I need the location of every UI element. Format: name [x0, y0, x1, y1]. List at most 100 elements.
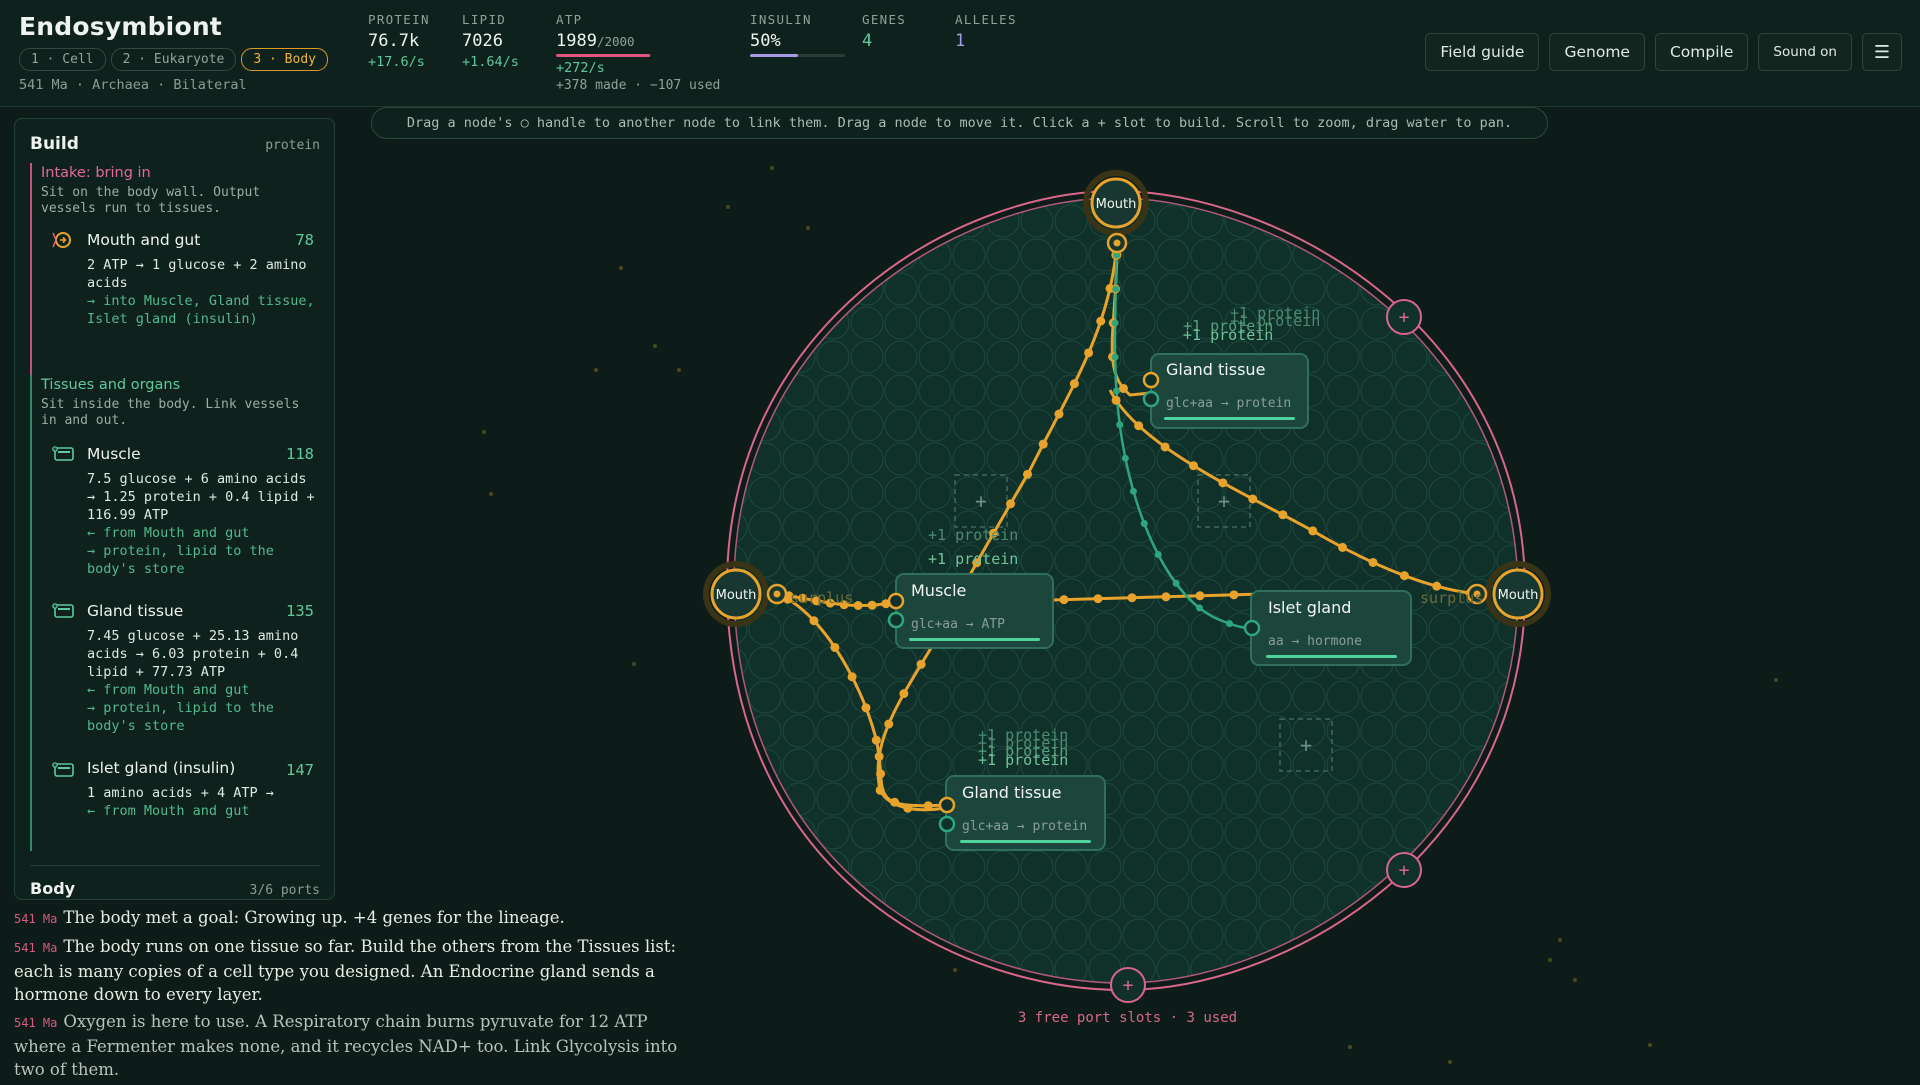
- log-text: The body met a goal: Growing up. +4 gene…: [63, 908, 565, 927]
- mouth-port-left[interactable]: Mouth surplus: [703, 561, 853, 627]
- mouth-label: Mouth: [1096, 197, 1137, 212]
- flow-dot: [871, 735, 881, 745]
- insulin-label: INSULIN: [750, 12, 812, 27]
- tissue-node-muscle[interactable]: +1 protein +1 protein Muscle glc+aa → AT…: [887, 526, 1054, 649]
- item-name: Gland tissue: [87, 602, 184, 620]
- flow-dot: [876, 769, 886, 779]
- log-entry: 541 Ma The body met a goal: Growing up. +…: [14, 906, 694, 931]
- era-lineage-info: 541 Ma · Archaea · Bilateral: [19, 77, 247, 93]
- flow-dot: [867, 600, 877, 610]
- hormone-handle[interactable]: [938, 815, 956, 833]
- item-name: Muscle: [87, 445, 141, 463]
- hormone-handle[interactable]: [887, 611, 905, 629]
- mouth-port-top[interactable]: Mouth: [1083, 170, 1149, 254]
- tissue-node-islet[interactable]: Islet gland aa → hormone: [1243, 590, 1412, 666]
- plus-icon: +: [1399, 860, 1410, 881]
- plus-icon: +: [1123, 975, 1134, 996]
- float-text: +1 protein: [928, 526, 1018, 544]
- input-handle[interactable]: [938, 796, 956, 814]
- port-slot[interactable]: +: [1386, 299, 1422, 335]
- flow-dot: [875, 785, 885, 795]
- stage-tabs: 1 · Cell 2 · Eukaryote 3 · Body: [19, 48, 328, 71]
- item-input: ← from Mouth and gut: [87, 803, 250, 819]
- flow-dot: [1225, 620, 1233, 628]
- body-section-title[interactable]: Body: [30, 879, 75, 898]
- header-actions: Field guide Genome Compile Sound on ☰: [1425, 33, 1902, 71]
- protein-value: 76.7k: [368, 31, 420, 51]
- build-item-gland-tissue[interactable]: Gland tissue 135 7.45 glucose + 25.13 am…: [41, 602, 320, 735]
- build-item-islet-gland[interactable]: Islet gland (insulin) 147 1 amino acids …: [41, 759, 320, 820]
- sound-toggle-button[interactable]: Sound on: [1758, 33, 1852, 71]
- flow-dot: [1108, 352, 1118, 362]
- build-slot[interactable]: +: [1197, 474, 1251, 528]
- log-time: 541 Ma: [14, 912, 58, 926]
- build-item-mouth-and-gut[interactable]: Mouth and gut 78 2 ATP → 1 glucose + 2 a…: [41, 231, 320, 328]
- genome-button[interactable]: Genome: [1549, 33, 1645, 71]
- flow-dot: [1054, 409, 1064, 419]
- protein-stat: PROTEIN 76.7k +17.6/s: [368, 12, 430, 70]
- flow-dot: [1338, 542, 1348, 552]
- mouth-icon: [52, 232, 71, 248]
- item-name: Mouth and gut: [87, 231, 201, 249]
- plus-icon: +: [975, 489, 987, 513]
- handle-dot: [773, 590, 781, 598]
- tissue-node-gland-top[interactable]: +1 protein +1 protein +1 protein +1 prot…: [1142, 304, 1320, 429]
- flow-dot: [899, 689, 909, 699]
- node-title: Islet gland: [1268, 598, 1351, 617]
- float-text: +1 protein: [1183, 326, 1273, 344]
- flow-dot: [1154, 551, 1162, 559]
- input-handle[interactable]: [1142, 371, 1160, 389]
- handle-dot: [1113, 239, 1121, 247]
- tissue-node-gland-bottom[interactable]: +1 protein +1 protein +1 protein +1 prot…: [938, 726, 1106, 851]
- stage-tab-cell[interactable]: 1 · Cell: [19, 48, 106, 71]
- instructions-hint: Drag a node's ○ handle to another node t…: [371, 107, 1548, 139]
- build-slot[interactable]: +: [954, 474, 1008, 528]
- hormone-handle[interactable]: [1142, 390, 1160, 408]
- hormone-handle[interactable]: [1243, 619, 1261, 637]
- float-text: +1 protein: [978, 751, 1068, 769]
- flow-dot: [1229, 590, 1239, 600]
- item-reaction: 7.45 glucose + 25.13 amino acids → 6.03 …: [87, 628, 299, 680]
- item-input: ← from Mouth and gut: [87, 525, 250, 541]
- log-text: Oxygen is here to use. A Respiratory cha…: [14, 1012, 678, 1079]
- mouth-port-right[interactable]: Mouth surplus: [1420, 561, 1551, 627]
- build-slot[interactable]: +: [1279, 718, 1333, 772]
- event-log: 541 Ma The body met a goal: Growing up. +…: [14, 906, 694, 1085]
- flow-dot: [1118, 383, 1128, 393]
- compile-button[interactable]: Compile: [1654, 33, 1749, 71]
- flow-dot: [1069, 379, 1079, 389]
- atp-rate: +272/s: [556, 60, 605, 76]
- menu-button[interactable]: ☰: [1862, 33, 1902, 71]
- genes-value: 4: [862, 31, 873, 51]
- log-time: 541 Ma: [14, 941, 58, 955]
- item-name: Islet gland (insulin): [87, 759, 236, 777]
- stage-tab-eukaryote[interactable]: 2 · Eukaryote: [110, 48, 237, 71]
- port-slot[interactable]: +: [1110, 967, 1146, 1003]
- node-title: Gland tissue: [962, 783, 1061, 802]
- build-title: Build: [30, 134, 79, 154]
- flow-dot: [923, 801, 933, 811]
- genes-label: GENES: [862, 12, 907, 27]
- flow-dot: [1111, 284, 1121, 294]
- field-guide-button[interactable]: Field guide: [1425, 33, 1540, 71]
- build-item-muscle[interactable]: Muscle 118 7.5 glucose + 6 amino acids →…: [41, 445, 320, 578]
- lipid-label: LIPID: [462, 12, 507, 27]
- node-reaction: glc+aa → ATP: [911, 617, 1005, 632]
- atp-value: 1989: [556, 31, 597, 51]
- flow-dot: [1160, 442, 1170, 452]
- flow-dot: [1105, 283, 1115, 293]
- flow-dot: [1108, 318, 1118, 328]
- flow-dot: [1195, 591, 1205, 601]
- port-slot[interactable]: +: [1386, 852, 1422, 888]
- flow-dot: [861, 703, 871, 713]
- item-output: → protein, lipid to the body's store: [87, 543, 274, 577]
- insulin-stat: INSULIN 50%: [750, 12, 846, 57]
- item-cost: 118: [286, 445, 314, 463]
- input-handle[interactable]: [887, 592, 905, 610]
- flow-dot: [809, 616, 819, 626]
- port-slots-status: 3 free port slots · 3 used: [1017, 1010, 1238, 1026]
- tissue-icon: [52, 603, 74, 618]
- stage-tab-body[interactable]: 3 · Body: [241, 48, 328, 71]
- insulin-bar-fill: [750, 54, 798, 57]
- alleles-stat: ALLELES 1: [955, 12, 1017, 51]
